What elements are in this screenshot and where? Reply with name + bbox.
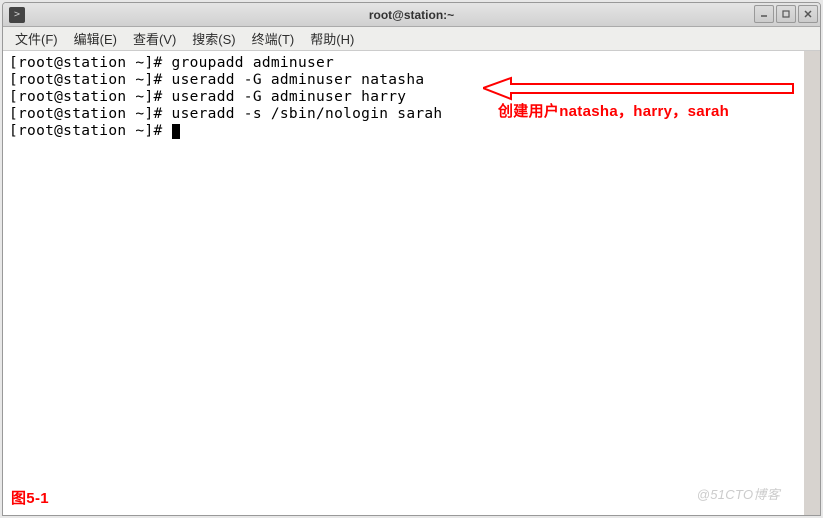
prompt: [root@station ~]# [9,106,172,122]
terminal-icon [9,7,25,23]
terminal-line: [root@station ~]# [9,123,798,140]
cursor-block [172,124,180,139]
menu-view[interactable]: 查看(V) [125,27,184,50]
menu-edit[interactable]: 编辑(E) [66,27,125,50]
menu-terminal[interactable]: 终端(T) [244,27,303,50]
prompt: [root@station ~]# [9,89,172,105]
maximize-button[interactable] [776,5,796,23]
terminal-line: [root@station ~]# groupadd adminuser [9,55,798,72]
prompt: [root@station ~]# [9,123,172,139]
minimize-icon [759,9,769,19]
terminal-window: root@station:~ 文件(F) 编辑(E) 查看(V) 搜索(S) 终… [2,2,821,516]
terminal-area[interactable]: [root@station ~]# groupadd adminuser [ro… [3,51,820,515]
prompt: [root@station ~]# [9,72,172,88]
menu-search[interactable]: 搜索(S) [184,27,243,50]
menubar: 文件(F) 编辑(E) 查看(V) 搜索(S) 终端(T) 帮助(H) [3,27,820,51]
terminal-line: [root@station ~]# useradd -G adminuser n… [9,72,798,89]
figure-label: 图5-1 [11,490,49,507]
menu-file[interactable]: 文件(F) [7,27,66,50]
command-text: groupadd adminuser [172,55,335,71]
titlebar: root@station:~ [3,3,820,27]
annotation-text: 创建用户natasha，harry，sarah [498,103,729,120]
menu-help[interactable]: 帮助(H) [302,27,362,50]
window-title: root@station:~ [369,8,454,22]
window-controls [754,5,818,23]
prompt: [root@station ~]# [9,55,172,71]
command-text: useradd -s /sbin/nologin sarah [172,106,443,122]
command-text: useradd -G adminuser harry [172,89,407,105]
watermark: @51CTO博客 [697,486,780,503]
close-button[interactable] [798,5,818,23]
maximize-icon [781,9,791,19]
close-icon [803,9,813,19]
command-text: useradd -G adminuser natasha [172,72,425,88]
minimize-button[interactable] [754,5,774,23]
